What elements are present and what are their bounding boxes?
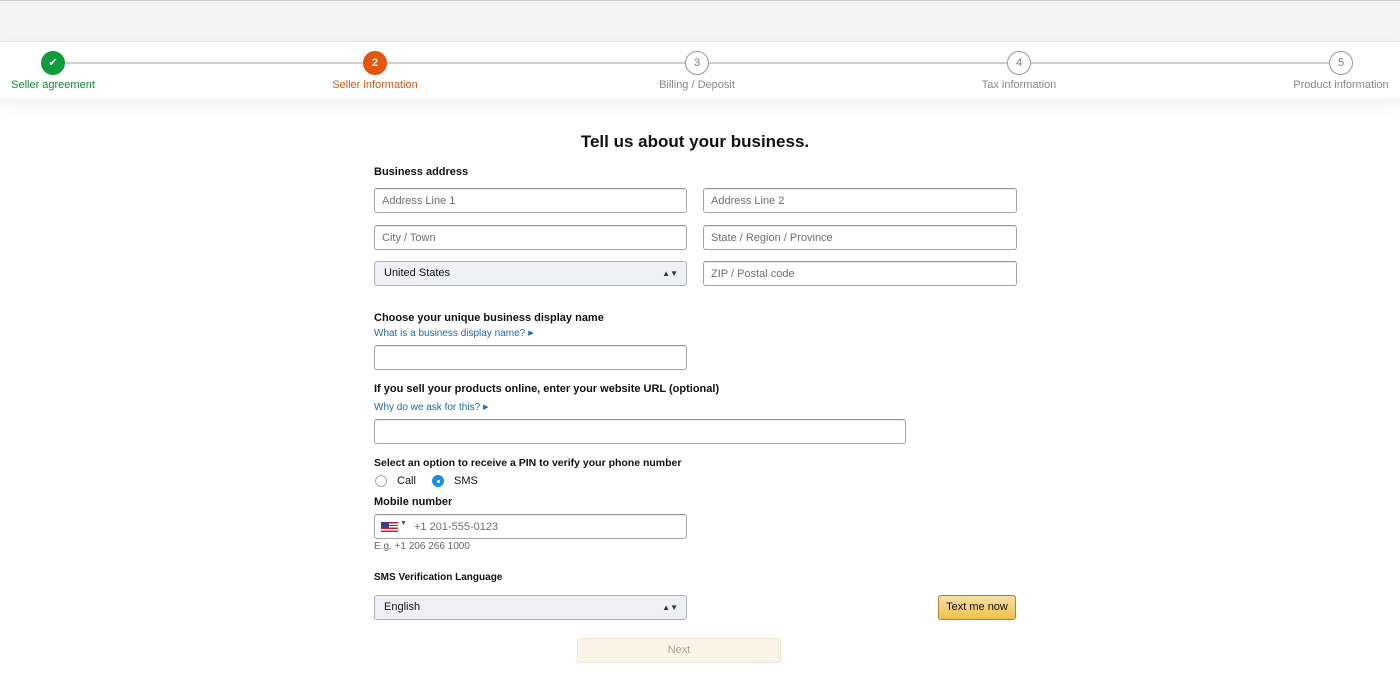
step-number: 4 bbox=[1007, 51, 1031, 75]
country-selected-value: United States bbox=[384, 267, 451, 279]
step-label: Seller information bbox=[332, 79, 418, 91]
mobile-number-input[interactable] bbox=[374, 514, 687, 539]
display-name-help-text: What is a business display name? bbox=[374, 328, 526, 339]
step-number: 5 bbox=[1329, 51, 1353, 75]
business-address-label: Business address bbox=[374, 166, 469, 178]
step-label: Seller agreement bbox=[11, 79, 95, 91]
step-tax-information: 4 Tax information bbox=[939, 51, 1099, 91]
page-title: Tell us about your business. bbox=[580, 132, 810, 151]
next-button[interactable]: Next bbox=[577, 638, 781, 663]
us-flag-icon[interactable] bbox=[381, 522, 398, 532]
step-label: Billing / Deposit bbox=[659, 79, 735, 91]
sms-language-label: SMS Verification Language bbox=[374, 572, 503, 583]
radio-call[interactable] bbox=[375, 475, 387, 487]
step-billing-deposit: 3 Billing / Deposit bbox=[617, 51, 777, 91]
mobile-number-field: ▼ bbox=[374, 514, 687, 539]
radio-sms-label[interactable]: SMS bbox=[454, 475, 478, 487]
step-number: 3 bbox=[685, 51, 709, 75]
text-me-now-button[interactable]: Text me now bbox=[938, 595, 1016, 620]
step-label: Tax information bbox=[981, 79, 1057, 91]
step-seller-information[interactable]: 2 Seller information bbox=[295, 51, 455, 91]
check-icon: ✔ bbox=[41, 51, 65, 75]
zip-input[interactable] bbox=[703, 261, 1017, 286]
caret-down-icon[interactable]: ▼ bbox=[400, 520, 407, 527]
step-label: Product information bbox=[1293, 79, 1389, 91]
state-input[interactable] bbox=[703, 225, 1017, 250]
country-select[interactable]: United States ▲▼ bbox=[374, 261, 687, 286]
website-label: If you sell your products online, enter … bbox=[374, 383, 720, 395]
select-arrows-icon: ▲▼ bbox=[662, 269, 678, 278]
step-number: 2 bbox=[363, 51, 387, 75]
top-bar bbox=[0, 0, 1400, 42]
city-input[interactable] bbox=[374, 225, 687, 250]
display-name-input[interactable] bbox=[374, 345, 687, 370]
pin-option-label: Select an option to receive a PIN to ver… bbox=[374, 457, 682, 469]
caret-right-icon: ▶ bbox=[528, 330, 534, 338]
sms-language-select[interactable]: English ▲▼ bbox=[374, 595, 687, 620]
radio-sms[interactable] bbox=[432, 475, 444, 487]
step-seller-agreement[interactable]: ✔ Seller agreement bbox=[0, 51, 133, 91]
mobile-number-label: Mobile number bbox=[374, 496, 453, 508]
address-line-2-input[interactable] bbox=[703, 188, 1017, 213]
address-line-1-input[interactable] bbox=[374, 188, 687, 213]
sms-language-selected-value: English bbox=[384, 601, 421, 613]
display-name-label: Choose your unique business display name bbox=[374, 312, 604, 324]
website-help-text: Why do we ask for this? bbox=[374, 402, 481, 413]
mobile-number-hint: E.g. +1 206 266 1000 bbox=[374, 541, 470, 552]
website-help-link[interactable]: Why do we ask for this? ▶ bbox=[374, 402, 489, 413]
display-name-help-link[interactable]: What is a business display name? ▶ bbox=[374, 328, 534, 339]
select-arrows-icon: ▲▼ bbox=[662, 603, 678, 612]
radio-call-label[interactable]: Call bbox=[397, 475, 416, 487]
website-url-input[interactable] bbox=[374, 419, 906, 444]
caret-right-icon: ▶ bbox=[483, 404, 489, 412]
step-product-information: 5 Product information bbox=[1261, 51, 1400, 91]
